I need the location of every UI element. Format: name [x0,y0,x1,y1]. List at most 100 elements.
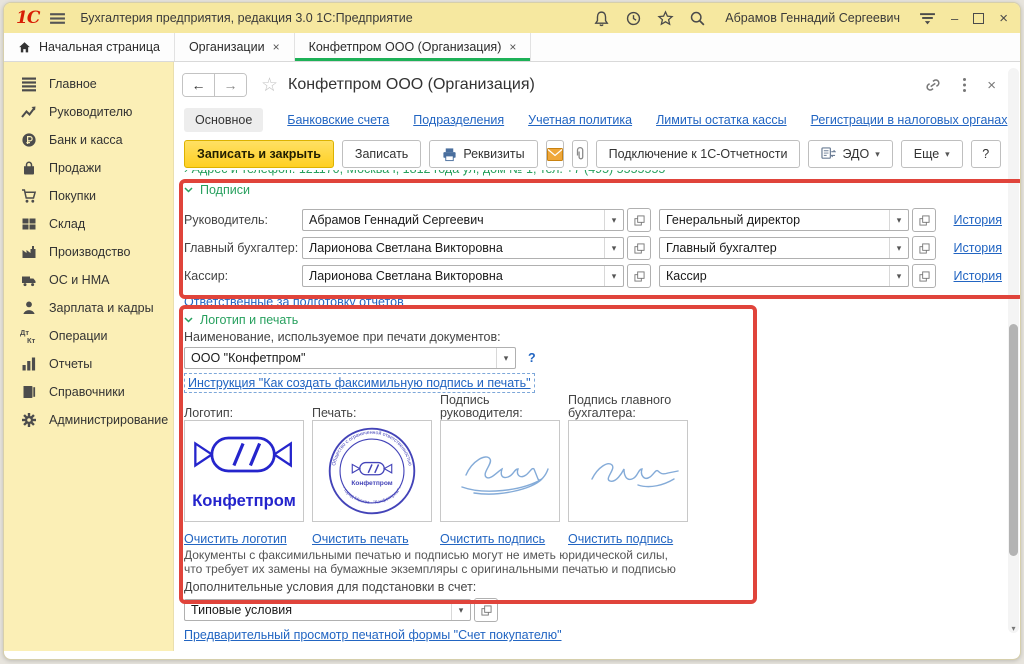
details-button[interactable]: Реквизиты [429,140,537,168]
cashier-name-input[interactable] [303,269,604,283]
sidebar-item-sales[interactable]: Продажи [4,154,173,182]
open-element-button[interactable] [627,208,651,232]
stamp-image[interactable]: Общество с ограниченной ответственностью… [312,420,432,522]
history-link[interactable]: История [944,269,1002,283]
nav-link-departments[interactable]: Подразделения [413,113,504,127]
instruction-link[interactable]: Инструкция "Как создать факсимильную под… [184,373,535,393]
open-element-button[interactable] [627,264,651,288]
invoice-preview-link[interactable]: Предварительный просмотр печатной формы … [184,628,562,642]
dropdown-arrow-icon[interactable]: ▾ [496,348,515,368]
accountant-name-input[interactable] [303,241,604,255]
favorites-star-icon[interactable] [657,10,674,27]
director-position-input[interactable] [660,213,889,227]
history-icon[interactable] [625,10,642,27]
back-button[interactable]: ← [183,74,214,96]
sidebar-item-os-nma[interactable]: ОС и НМА [4,266,173,294]
connect-1c-reporting-button[interactable]: Подключение к 1С-Отчетности [596,140,801,168]
director-name-input[interactable] [303,213,604,227]
clear-director-signature-link[interactable]: Очистить подпись [440,532,545,546]
field-help-icon[interactable]: ? [528,351,536,365]
open-element-button[interactable] [912,208,936,232]
dropdown-arrow-icon[interactable]: ▾ [889,210,908,230]
director-signature-image[interactable] [440,420,560,522]
favorite-star-icon[interactable]: ☆ [261,74,278,97]
nav-link-tax-registrations[interactable]: Регистрации в налоговых органах [811,113,1008,127]
history-link[interactable]: История [944,213,1002,227]
nav-link-accounting-policy[interactable]: Учетная политика [528,113,632,127]
accountant-signature-image[interactable] [568,420,688,522]
save-close-button[interactable]: Записать и закрыть [184,140,334,168]
sidebar-item-manager[interactable]: Руководителю [4,98,173,126]
close-window-button[interactable]: × [999,11,1008,26]
person-icon [20,300,38,316]
cashier-position-input[interactable] [660,269,889,283]
field-label: Главный бухгалтер: [184,241,302,255]
search-icon[interactable] [689,10,706,27]
signatures-section-header[interactable]: Подписи [184,183,250,197]
help-button[interactable]: ? [971,140,1001,168]
print-name-input[interactable] [185,351,496,365]
tab-organizations[interactable]: Организации × [175,33,295,61]
logo-image[interactable]: Конфетпром [184,420,304,522]
open-element-button[interactable] [627,236,651,260]
dropdown-arrow-icon[interactable]: ▾ [889,266,908,286]
clear-stamp-link[interactable]: Очистить печать [312,532,409,546]
edo-button[interactable]: ЭДО ▾ [808,140,892,168]
open-element-button[interactable] [912,264,936,288]
sidebar-item-administration[interactable]: Администрирование [4,406,173,434]
minimize-button[interactable]: – [951,12,958,25]
save-button[interactable]: Записать [342,140,421,168]
logo-stamp-section-header[interactable]: Логотип и печать [184,313,298,327]
accountant-position-input[interactable] [660,241,889,255]
svg-text:Конфетпром: Конфетпром [192,491,296,510]
current-user[interactable]: Абрамов Геннадий Сергеевич [725,11,900,25]
more-button[interactable]: Еще ▾ [901,140,963,168]
terms-input[interactable] [185,603,451,617]
responsible-for-reports-link[interactable]: Ответственные за подготовку отчетов [184,295,404,309]
sidebar-item-bank[interactable]: Банк и касса [4,126,173,154]
sidebar-item-reports[interactable]: Отчеты [4,350,173,378]
sidebar-item-directories[interactable]: Справочники [4,378,173,406]
clear-logo-link[interactable]: Очистить логотип [184,532,287,546]
nav-link-cash-limits[interactable]: Лимиты остатка кассы [656,113,786,127]
sidebar-item-hr[interactable]: Зарплата и кадры [4,294,173,322]
nav-link-bank-accounts[interactable]: Банковские счета [287,113,389,127]
maximize-button[interactable] [973,13,984,24]
home-icon [18,41,31,54]
attachments-button[interactable] [572,140,588,168]
vertical-scrollbar[interactable]: ▾ [1008,68,1019,633]
edo-icon [821,147,836,161]
sidebar-item-operations[interactable]: ДтКт Операции [4,322,173,350]
scrollbar-thumb[interactable] [1009,324,1018,556]
open-element-button[interactable] [474,598,498,622]
forward-button[interactable]: → [214,74,246,96]
scroll-down-arrow[interactable]: ▾ [1008,624,1019,633]
dropdown-arrow-icon[interactable]: ▾ [889,238,908,258]
history-link[interactable]: История [944,241,1002,255]
svg-text:Общество с ограниченной ответс: Общество с ограниченной ответственностью [331,429,413,466]
tab-close-icon[interactable]: × [273,40,280,54]
sidebar-item-production[interactable]: Производство [4,238,173,266]
tab-konfetprom[interactable]: Конфетпром ООО (Организация) × [295,33,532,61]
nav-tab-main[interactable]: Основное [184,108,263,132]
sidebar-item-main[interactable]: Главное [4,70,173,98]
notifications-bell-icon[interactable] [593,10,610,27]
close-form-icon[interactable]: × [987,77,996,94]
hamburger-menu-icon[interactable] [49,10,66,27]
dropdown-arrow-icon[interactable]: ▾ [604,210,623,230]
sidebar-item-warehouse[interactable]: Склад [4,210,173,238]
dropdown-arrow-icon[interactable]: ▾ [604,238,623,258]
sidebar-item-purchases[interactable]: Покупки [4,182,173,210]
tab-home[interactable]: Начальная страница [4,33,175,61]
send-email-button[interactable] [546,140,564,168]
get-link-icon[interactable] [924,76,942,94]
more-dots-icon[interactable] [962,77,967,93]
dropdown-arrow-icon[interactable]: ▾ [604,266,623,286]
open-element-button[interactable] [912,236,936,260]
dropdown-arrow-icon[interactable]: ▾ [451,600,470,620]
clear-accountant-signature-link[interactable]: Очистить подпись [568,532,673,546]
address-section-collapsed[interactable]: › Адрес и телефон: 121170, Москва г, 181… [184,170,980,180]
service-menu-icon[interactable] [919,10,936,27]
print-name-label: Наименование, используемое при печати до… [184,330,501,344]
tab-close-icon[interactable]: × [509,40,516,54]
